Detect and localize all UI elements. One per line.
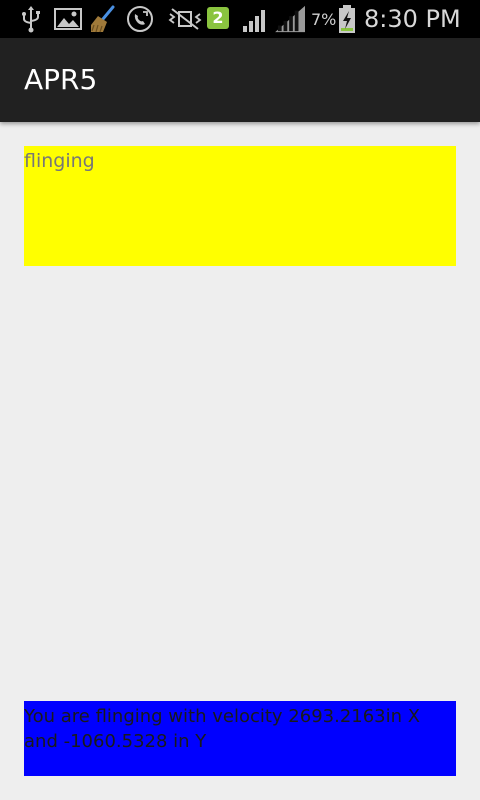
clock: 8:30 PM bbox=[364, 5, 461, 33]
usb-icon bbox=[22, 6, 40, 33]
action-bar: APR5 bbox=[0, 38, 480, 122]
gesture-status-panel[interactable]: flinging bbox=[24, 146, 456, 266]
phone-sync-icon bbox=[127, 6, 153, 32]
velocity-text: You are flinging with velocity 2693.2163… bbox=[24, 706, 421, 752]
status-bar: 2 7% 8:30 PM bbox=[0, 0, 480, 38]
battery-percent: 7% bbox=[311, 10, 337, 29]
signal-icon bbox=[243, 10, 265, 32]
image-icon bbox=[54, 8, 82, 30]
velocity-panel: You are flinging with velocity 2693.2163… bbox=[24, 701, 456, 776]
signal-icon bbox=[275, 5, 305, 33]
app-title: APR5 bbox=[24, 63, 98, 96]
gesture-status-text: flinging bbox=[24, 150, 95, 172]
battery-charging-icon bbox=[339, 5, 355, 33]
broom-icon bbox=[91, 5, 115, 33]
notification-count-icon: 2 bbox=[207, 7, 229, 29]
vibrate-mute-icon bbox=[168, 8, 202, 30]
